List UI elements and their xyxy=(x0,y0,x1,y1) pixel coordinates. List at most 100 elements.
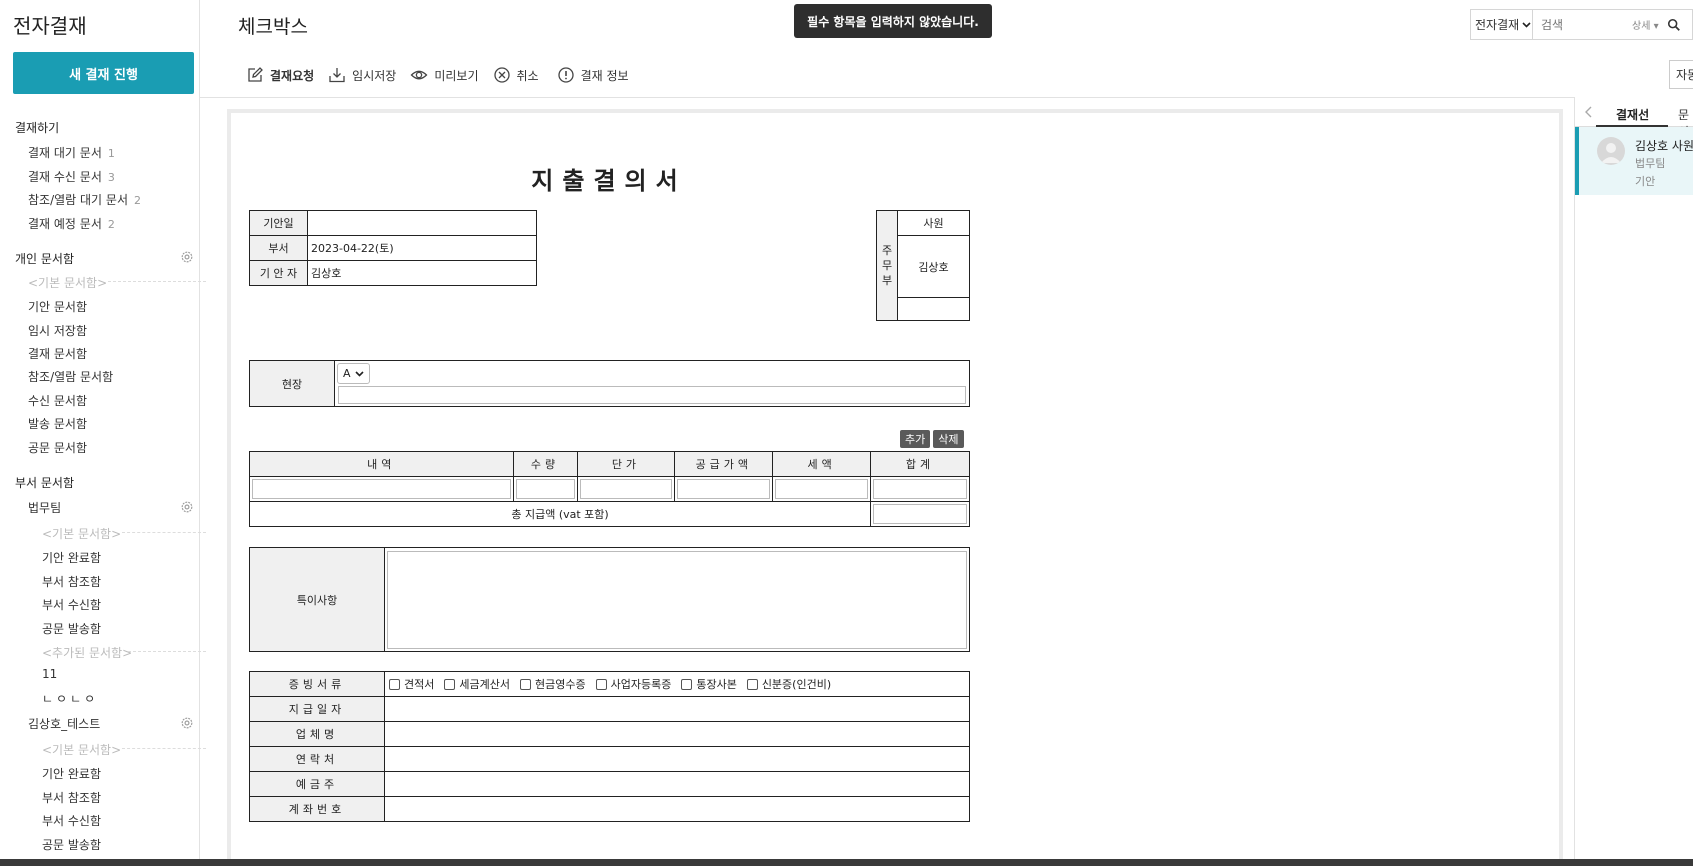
approver-role: 기안 xyxy=(1635,175,1656,188)
item-desc-input[interactable] xyxy=(252,479,511,499)
header-divider xyxy=(200,97,1693,98)
memo-cell xyxy=(384,547,970,652)
download-icon xyxy=(329,68,345,83)
sidebar-item-draft-done-2[interactable]: 기안 완료함 xyxy=(42,765,101,782)
cancel-label: 취소 xyxy=(516,68,539,83)
approver-name: 김상호 사원 xyxy=(1635,139,1693,153)
checkbox-tax-invoice[interactable]: 세금계산서 xyxy=(444,676,510,692)
section-personal[interactable]: 개인 문서함 xyxy=(15,250,74,267)
vertical-char: 부 xyxy=(881,274,893,287)
item-price-input[interactable] xyxy=(579,479,673,499)
column-header: 수량 xyxy=(512,451,578,477)
chevron-left-icon[interactable] xyxy=(1583,105,1595,119)
new-approval-button[interactable]: 새 결재 진행 xyxy=(13,52,194,94)
sidebar-item-custom-11[interactable]: 11 xyxy=(42,667,57,681)
sidebar-item-receive-box[interactable]: 수신 문서함 xyxy=(28,392,87,409)
item-qty-input[interactable] xyxy=(515,479,575,499)
preview-button[interactable]: 미리보기 xyxy=(410,66,479,84)
auto-button[interactable]: 자동 xyxy=(1669,60,1693,89)
checkbox-box[interactable] xyxy=(444,678,456,690)
sidebar-item-pending[interactable]: 결재 대기 문서 1 xyxy=(28,144,115,161)
pay-date-label: 지급일자 xyxy=(249,696,385,722)
approval-signature: 김상호 xyxy=(897,235,970,298)
toast-message: 필수 항목을 입력하지 않았습니다. xyxy=(794,4,992,38)
sidebar-dept-test[interactable]: 김상호_테스트 xyxy=(28,715,100,732)
sidebar-item-custom-2[interactable]: ㄴㅇㄴㅇ xyxy=(42,690,98,707)
count-badge: 2 xyxy=(107,218,115,231)
close-circle-icon xyxy=(493,67,510,83)
item-sum-input[interactable] xyxy=(873,479,967,499)
draft-date-value xyxy=(307,210,537,236)
search-scope-select[interactable]: 전자결재 xyxy=(1471,10,1533,39)
sidebar-dept-legal[interactable]: 법무팀 xyxy=(28,499,61,516)
add-row-button[interactable]: 추가 xyxy=(900,430,931,448)
depositor-field[interactable] xyxy=(384,771,970,797)
cancel-button[interactable]: 취소 xyxy=(493,66,539,84)
account-field[interactable] xyxy=(384,796,970,822)
contact-field[interactable] xyxy=(384,746,970,772)
checkbox-box[interactable] xyxy=(519,678,531,690)
sidebar-item-dept-recv-2[interactable]: 부서 수신함 xyxy=(42,812,101,829)
section-approve[interactable]: 결재하기 xyxy=(15,119,59,136)
sidebar-item-approved-box[interactable]: 결재 문서함 xyxy=(28,345,87,362)
gear-icon[interactable] xyxy=(180,250,194,264)
user-icon xyxy=(1601,143,1621,163)
sidebar-item-official-send[interactable]: 공문 발송함 xyxy=(42,620,101,637)
sidebar-item-draft-done[interactable]: 기안 완료함 xyxy=(42,549,101,566)
sidebar-item-ref-box[interactable]: 참조/열람 문서함 xyxy=(28,368,113,385)
checkbox-bankbook[interactable]: 통장사본 xyxy=(681,676,737,692)
checkbox-id-card[interactable]: 신분증(인건비) xyxy=(746,676,831,692)
sidebar-item-dept-ref-2[interactable]: 부서 참조함 xyxy=(42,789,101,806)
approval-info-button[interactable]: 결재 정보 xyxy=(557,66,629,84)
search-bar: 전자결재 상세 ▾ xyxy=(1470,9,1693,40)
site-select[interactable]: A xyxy=(337,363,370,384)
company-field[interactable] xyxy=(384,721,970,747)
column-header: 내역 xyxy=(249,451,514,477)
divider xyxy=(128,651,206,652)
request-approval-button[interactable]: 결재요청 xyxy=(246,66,314,84)
proof-table: 증빙서류 견적서 세금계산서 현금영수증 사업자등록증 통장사본 신분증(인건비… xyxy=(249,671,970,822)
sidebar-item-scheduled[interactable]: 결재 예정 문서 2 xyxy=(28,215,115,232)
sidebar-item-dept-ref[interactable]: 부서 참조함 xyxy=(42,573,101,590)
document-title: 지출결의서 xyxy=(531,167,687,195)
checkbox-box[interactable] xyxy=(389,678,400,690)
gear-icon[interactable] xyxy=(180,716,194,730)
item-tax-input[interactable] xyxy=(775,479,869,499)
item-supply-input[interactable] xyxy=(677,479,771,499)
section-dept[interactable]: 부서 문서함 xyxy=(15,474,74,491)
table-cell xyxy=(576,476,676,502)
sidebar-item-received[interactable]: 결재 수신 문서 3 xyxy=(28,168,115,185)
table-cell xyxy=(870,476,970,502)
total-input[interactable] xyxy=(873,504,967,524)
sidebar: 전자결재 새 결재 진행 결재하기 결재 대기 문서 1 결재 수신 문서 3 참조… xyxy=(0,0,206,866)
checkbox-cash-receipt[interactable]: 현금영수증 xyxy=(519,676,586,692)
search-icon[interactable] xyxy=(1667,18,1681,32)
sidebar-item-send-box[interactable]: 발송 문서함 xyxy=(28,415,87,432)
memo-textarea[interactable] xyxy=(387,550,967,649)
site-detail-input[interactable] xyxy=(338,386,966,404)
checkbox-estimate[interactable]: 견적서 xyxy=(389,676,434,692)
search-scope-label: 전자결재 xyxy=(1475,18,1520,32)
delete-row-button[interactable]: 삭제 xyxy=(933,430,964,448)
approver-card[interactable]: 김상호 사원 법무팀 기안 xyxy=(1575,127,1693,195)
sidebar-item-label: 결재 예정 문서 xyxy=(28,217,102,231)
search-detail-toggle[interactable]: 상세 ▾ xyxy=(1632,17,1659,32)
sidebar-item-official-box[interactable]: 공문 문서함 xyxy=(28,439,87,456)
approval-vertical-label: 주 무 부 xyxy=(876,210,898,321)
sidebar-item-label: 결재 대기 문서 xyxy=(28,146,102,160)
checkbox-business-reg[interactable]: 사업자등록증 xyxy=(595,676,671,692)
sidebar-item-temp-box[interactable]: 임시 저장함 xyxy=(28,322,87,339)
temp-save-button[interactable]: 임시저장 xyxy=(328,66,396,84)
sidebar-item-dept-recv[interactable]: 부서 수신함 xyxy=(42,596,101,613)
sidebar-item-reference[interactable]: 참조/열람 대기 문서 2 xyxy=(28,191,141,208)
checkbox-box[interactable] xyxy=(595,678,607,690)
sidebar-item-draft-box[interactable]: 기안 문서함 xyxy=(28,298,87,315)
checkbox-box[interactable] xyxy=(681,678,693,690)
document-viewer[interactable]: 지출결의서 기안일 부서 2023-04-22(토) 기 안 자 김상호 주 무… xyxy=(227,109,1563,859)
search-input[interactable] xyxy=(1533,17,1628,32)
pay-date-field[interactable] xyxy=(384,696,970,722)
gear-icon[interactable] xyxy=(180,500,194,514)
sidebar-item-official-send-2[interactable]: 공문 발송함 xyxy=(42,836,101,853)
tab-approval-line[interactable]: 결재선 xyxy=(1616,106,1649,123)
checkbox-box[interactable] xyxy=(746,678,758,690)
